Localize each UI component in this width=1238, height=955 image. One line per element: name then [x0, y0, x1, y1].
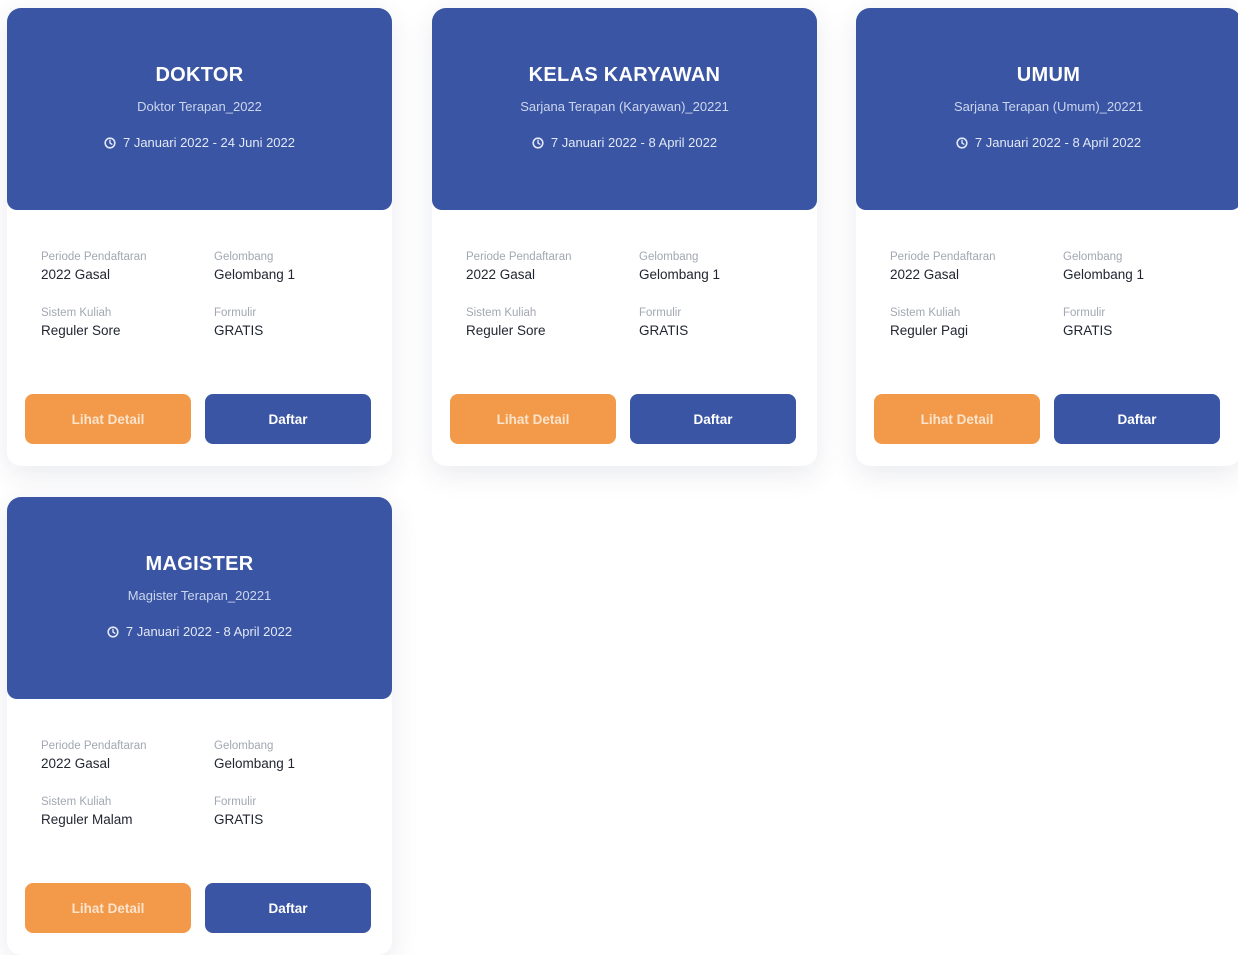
program-card-magister: MAGISTER Magister Terapan_20221 7 Januar…	[7, 497, 392, 955]
field-formulir: Formulir GRATIS	[214, 306, 263, 339]
clock-icon	[532, 137, 544, 149]
field-label: Formulir	[214, 796, 257, 808]
card-date-text: 7 Januari 2022 - 24 Juni 2022	[122, 135, 295, 150]
field-gelombang: Gelombang Gelombang 1	[1063, 250, 1144, 283]
daftar-button[interactable]: Daftar	[205, 394, 371, 444]
card-date: 7 Januari 2022 - 8 April 2022	[432, 136, 817, 150]
field-value: Gelombang 1	[214, 267, 296, 282]
lihat-detail-button[interactable]: Lihat Detail	[25, 883, 191, 933]
program-card-kelas-karyawan: KELAS KARYAWAN Sarjana Terapan (Karyawan…	[432, 8, 817, 466]
field-label: Gelombang	[1063, 251, 1123, 263]
card-date-text: 7 Januari 2022 - 8 April 2022	[550, 135, 718, 150]
field-value: Reguler Malam	[41, 812, 133, 827]
field-periode: Periode Pendaftaran 2022 Gasal	[466, 250, 572, 283]
card-body: Periode Pendaftaran 2022 Gasal Gelombang…	[7, 210, 392, 466]
field-periode: Periode Pendaftaran 2022 Gasal	[890, 250, 996, 283]
field-label: Gelombang	[214, 740, 274, 752]
field-label: Formulir	[639, 307, 682, 319]
card-header: KELAS KARYAWAN Sarjana Terapan (Karyawan…	[432, 8, 817, 210]
field-label: Gelombang	[214, 251, 274, 263]
card-body: Periode Pendaftaran 2022 Gasal Gelombang…	[856, 210, 1238, 466]
field-value: Reguler Sore	[41, 323, 121, 338]
field-value: GRATIS	[1063, 323, 1113, 338]
card-date: 7 Januari 2022 - 24 Juni 2022	[7, 136, 392, 150]
field-label: Sistem Kuliah	[41, 307, 112, 319]
field-sistem: Sistem Kuliah Reguler Sore	[41, 306, 121, 339]
clock-icon	[104, 137, 116, 149]
field-value: GRATIS	[214, 323, 264, 338]
card-header: DOKTOR Doktor Terapan_2022 7 Januari 202…	[7, 8, 392, 210]
field-label: Formulir	[1063, 307, 1106, 319]
field-formulir: Formulir GRATIS	[214, 795, 263, 828]
field-value: GRATIS	[214, 812, 264, 827]
field-label: Periode Pendaftaran	[890, 251, 996, 263]
program-card-umum: UMUM Sarjana Terapan (Umum)_20221 7 Janu…	[856, 8, 1238, 466]
field-value: Gelombang 1	[639, 267, 721, 282]
field-label: Formulir	[214, 307, 257, 319]
card-date-text: 7 Januari 2022 - 8 April 2022	[125, 624, 293, 639]
field-gelombang: Gelombang Gelombang 1	[214, 739, 295, 772]
daftar-button[interactable]: Daftar	[1054, 394, 1220, 444]
card-title: KELAS KARYAWAN	[528, 64, 721, 86]
lihat-detail-button[interactable]: Lihat Detail	[874, 394, 1040, 444]
field-periode: Periode Pendaftaran 2022 Gasal	[41, 739, 147, 772]
field-gelombang: Gelombang Gelombang 1	[639, 250, 720, 283]
program-card-doktor: DOKTOR Doktor Terapan_2022 7 Januari 202…	[7, 8, 392, 466]
field-value: 2022 Gasal	[466, 267, 536, 282]
lihat-detail-button[interactable]: Lihat Detail	[450, 394, 616, 444]
field-label: Sistem Kuliah	[41, 796, 112, 808]
field-sistem: Sistem Kuliah Reguler Sore	[466, 306, 546, 339]
card-subtitle: Doktor Terapan_2022	[137, 99, 262, 114]
field-value: Gelombang 1	[214, 756, 296, 771]
field-value: 2022 Gasal	[890, 267, 960, 282]
card-title: DOKTOR	[155, 64, 244, 86]
field-value: Reguler Pagi	[890, 323, 969, 338]
card-date: 7 Januari 2022 - 8 April 2022	[7, 625, 392, 639]
clock-icon	[107, 626, 119, 638]
field-value: Reguler Sore	[466, 323, 546, 338]
card-header: UMUM Sarjana Terapan (Umum)_20221 7 Janu…	[856, 8, 1238, 210]
field-label: Sistem Kuliah	[890, 307, 961, 319]
card-title: UMUM	[1016, 64, 1081, 86]
field-label: Sistem Kuliah	[466, 307, 537, 319]
field-formulir: Formulir GRATIS	[639, 306, 688, 339]
card-title: MAGISTER	[145, 553, 254, 575]
card-date-text: 7 Januari 2022 - 8 April 2022	[974, 135, 1142, 150]
card-subtitle: Sarjana Terapan (Karyawan)_20221	[520, 99, 729, 114]
field-formulir: Formulir GRATIS	[1063, 306, 1112, 339]
field-label: Periode Pendaftaran	[466, 251, 572, 263]
field-value: Gelombang 1	[1063, 267, 1145, 282]
card-subtitle: Sarjana Terapan (Umum)_20221	[953, 99, 1144, 114]
card-subtitle: Magister Terapan_20221	[127, 588, 272, 603]
field-value: 2022 Gasal	[41, 756, 111, 771]
field-sistem: Sistem Kuliah Reguler Pagi	[890, 306, 968, 339]
clock-icon	[956, 137, 968, 149]
field-label: Periode Pendaftaran	[41, 740, 147, 752]
field-gelombang: Gelombang Gelombang 1	[214, 250, 295, 283]
card-body: Periode Pendaftaran 2022 Gasal Gelombang…	[7, 699, 392, 955]
field-label: Periode Pendaftaran	[41, 251, 147, 263]
field-periode: Periode Pendaftaran 2022 Gasal	[41, 250, 147, 283]
card-header: MAGISTER Magister Terapan_20221 7 Januar…	[7, 497, 392, 699]
daftar-button[interactable]: Daftar	[630, 394, 796, 444]
field-sistem: Sistem Kuliah Reguler Malam	[41, 795, 133, 828]
field-value: GRATIS	[639, 323, 689, 338]
lihat-detail-button[interactable]: Lihat Detail	[25, 394, 191, 444]
card-date: 7 Januari 2022 - 8 April 2022	[856, 136, 1238, 150]
card-body: Periode Pendaftaran 2022 Gasal Gelombang…	[432, 210, 817, 466]
field-label: Gelombang	[639, 251, 699, 263]
field-value: 2022 Gasal	[41, 267, 111, 282]
daftar-button[interactable]: Daftar	[205, 883, 371, 933]
